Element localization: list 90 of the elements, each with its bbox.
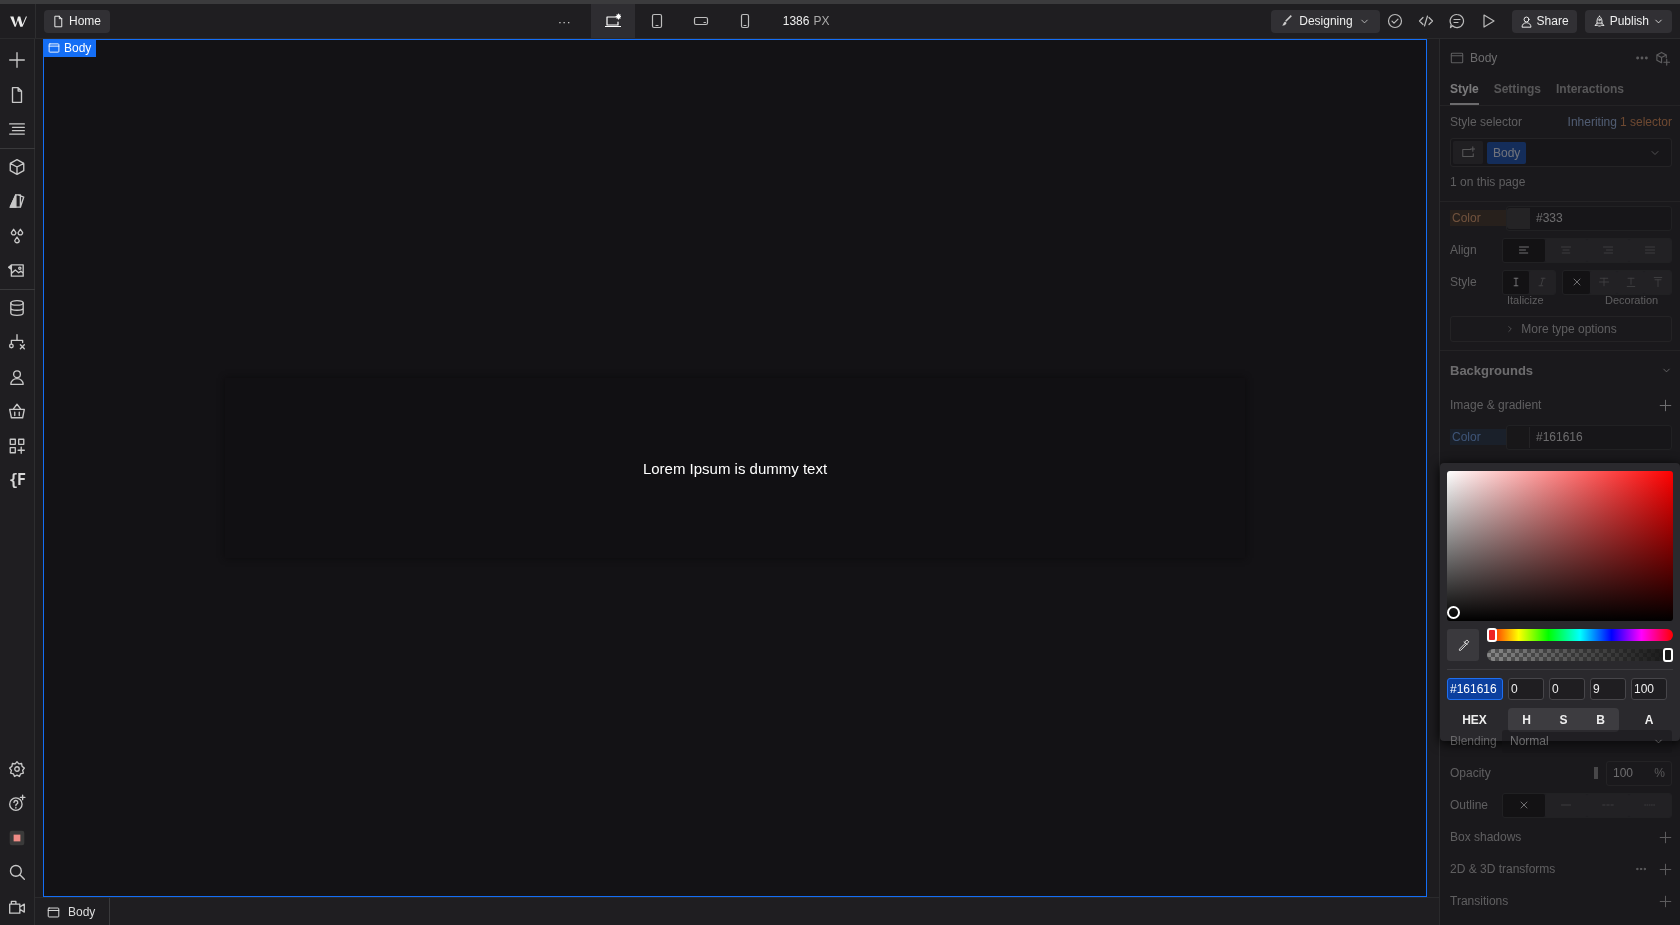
property-label: Align: [1450, 243, 1478, 257]
record-icon[interactable]: [8, 828, 26, 847]
add-icon[interactable]: [1659, 830, 1672, 844]
strikethrough-icon: [1597, 276, 1610, 288]
eyedropper-icon: [1456, 638, 1470, 652]
page-icon: [52, 14, 65, 28]
property-label: Opacity: [1450, 766, 1492, 780]
drops-icon[interactable]: [8, 226, 26, 245]
swatch-icon[interactable]: [8, 192, 26, 211]
saturation-area[interactable]: [1447, 471, 1673, 621]
window-icon: [48, 42, 60, 54]
add-icon[interactable]: [1659, 862, 1672, 876]
opacity-handle[interactable]: [1594, 767, 1598, 779]
panel-tab[interactable]: Style: [1450, 75, 1479, 105]
slider-thumb[interactable]: [1487, 628, 1497, 642]
code-icon[interactable]: [1418, 13, 1435, 29]
user-icon[interactable]: [8, 367, 26, 386]
hue-slider[interactable]: [1487, 629, 1673, 641]
cube-icon[interactable]: [8, 157, 26, 176]
breakpoint-button[interactable]: [590, 4, 635, 38]
breadcrumb-item[interactable]: Body: [35, 898, 111, 925]
canvas-frame[interactable]: Body Lorem Ipsum is dummy text: [43, 39, 1427, 897]
value-field[interactable]: 0: [1549, 678, 1585, 700]
page-button[interactable]: Home: [44, 9, 110, 33]
mode-dropdown[interactable]: Designing: [1271, 9, 1380, 33]
property-label: Image & gradient: [1450, 398, 1542, 412]
breadcrumb-label: Body: [68, 905, 96, 919]
section-title: Backgrounds: [1450, 362, 1534, 378]
create-component-icon[interactable]: [1655, 50, 1670, 66]
desktop-icon: [604, 13, 621, 29]
canvas-width: 1386: [782, 14, 810, 28]
brush-icon: [1281, 15, 1294, 27]
eyedropper-button[interactable]: [1447, 629, 1479, 661]
property-label: Style: [1450, 275, 1478, 289]
window-icon: [47, 905, 60, 919]
property-label: Color: [1450, 429, 1506, 445]
add-icon[interactable]: [1659, 894, 1672, 908]
mode-tab[interactable]: B: [1582, 713, 1619, 727]
preview-icon[interactable]: [1480, 13, 1497, 29]
caption: Decoration: [1605, 294, 1659, 308]
add-icon[interactable]: [8, 51, 26, 70]
help-icon[interactable]: [8, 794, 26, 813]
mode-tab[interactable]: A: [1625, 713, 1673, 727]
property-label: Color: [1450, 210, 1506, 226]
variables-button[interactable]: {F: [8, 471, 26, 490]
overline-icon: [1651, 276, 1664, 288]
value-field[interactable]: 0: [1508, 678, 1544, 700]
property-label: Transitions: [1450, 894, 1509, 908]
body-text: Lorem Ipsum is dummy text: [642, 459, 828, 477]
settings-icon[interactable]: [8, 759, 26, 778]
share-button[interactable]: Share: [1511, 9, 1577, 33]
window-icon: [1450, 51, 1464, 65]
caption: Italicize: [1507, 294, 1545, 308]
mode-tab[interactable]: H: [1508, 713, 1545, 727]
slider-thumb[interactable]: [1663, 648, 1673, 662]
apps-icon[interactable]: [8, 436, 26, 455]
slanted-i-icon: [1536, 276, 1548, 288]
value-field[interactable]: 9: [1590, 678, 1626, 700]
user-icon: [1519, 14, 1533, 28]
field-label: Style selector: [1450, 115, 1523, 129]
align-left-icon: [1518, 244, 1530, 256]
selector-type-icon: [1461, 145, 1475, 160]
property-label: 2D & 3D transforms: [1450, 862, 1556, 876]
more-menu-button[interactable]: ···: [551, 13, 577, 29]
check-circle-icon[interactable]: [1387, 13, 1404, 29]
property-label: Blending: [1450, 734, 1498, 748]
element-title: Body: [1470, 51, 1498, 65]
image-icon[interactable]: [8, 261, 26, 280]
width-unit: PX: [813, 14, 830, 28]
property-label: Outline: [1450, 798, 1490, 812]
property-label: Box shadows: [1450, 830, 1522, 844]
element-name: Body: [64, 41, 92, 55]
picker-handle[interactable]: [1447, 606, 1460, 619]
database-icon[interactable]: [8, 298, 26, 317]
usage-note: 1 on this page: [1450, 174, 1527, 191]
mode-tab[interactable]: HEX: [1447, 713, 1502, 727]
comment-icon[interactable]: [1449, 13, 1466, 29]
basket-icon[interactable]: [8, 402, 26, 421]
alpha-slider[interactable]: [1487, 649, 1673, 661]
rocket-icon: [1592, 14, 1606, 28]
value-field[interactable]: 100: [1631, 678, 1667, 700]
underline-icon: [1624, 276, 1637, 288]
hex-field[interactable]: #161616: [1447, 678, 1503, 700]
inheriting-label: Inheriting: [1567, 115, 1617, 129]
search-icon[interactable]: [8, 863, 26, 882]
publish-button[interactable]: Publish: [1584, 9, 1672, 33]
mode-tab[interactable]: S: [1545, 713, 1582, 727]
flow-icon[interactable]: [8, 333, 26, 352]
color-field[interactable]: #333: [1506, 205, 1672, 231]
x-icon: [1518, 799, 1530, 811]
